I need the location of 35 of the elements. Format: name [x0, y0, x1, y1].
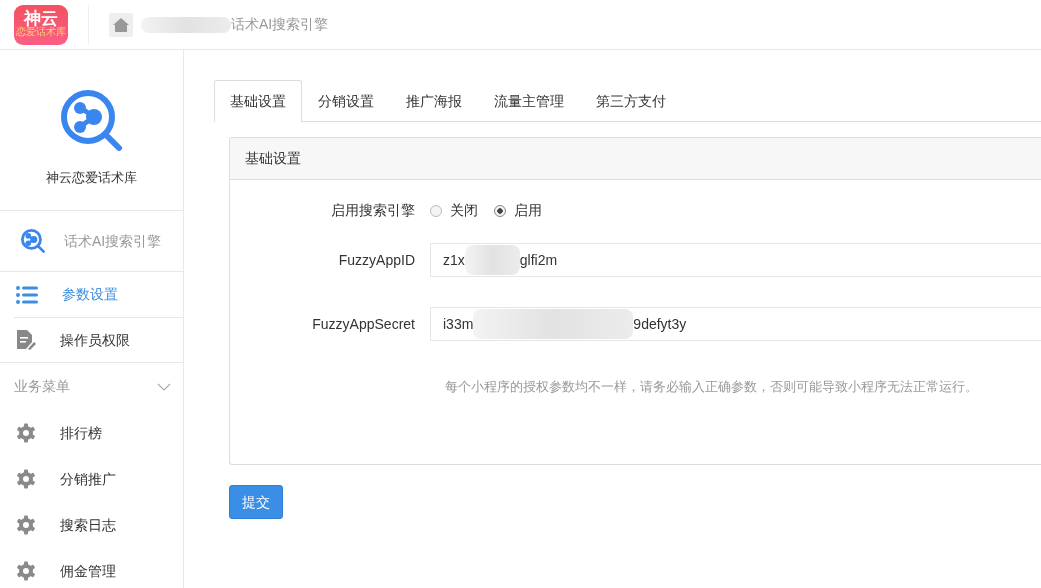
tab[interactable]: 流量主管理 — [478, 80, 580, 122]
breadcrumb-text: 话术AI搜索引擎 — [231, 15, 329, 34]
sidebar-item[interactable]: 排行榜 — [0, 410, 183, 456]
document-edit-icon — [16, 330, 36, 350]
tab[interactable]: 分销设置 — [302, 80, 390, 122]
tab[interactable]: 推广海报 — [390, 80, 478, 122]
sidebar-item[interactable]: 分销推广 — [0, 456, 183, 502]
sidebar-item[interactable]: 参数设置 — [0, 272, 183, 317]
radio-button[interactable] — [430, 204, 442, 217]
field-label: 启用搜索引擎 — [330, 201, 416, 220]
radio-label: 启用 — [514, 201, 542, 220]
input-field[interactable]: i33m 9defyt3y — [430, 307, 1041, 341]
input-field[interactable]: z1x glfi2m — [430, 243, 1041, 277]
gear-icon — [16, 515, 36, 535]
field-label: FuzzyAppSecret — [311, 314, 416, 334]
app-logo: 神云 恋爱话术库 — [14, 4, 68, 45]
gear-icon — [16, 423, 36, 443]
tab[interactable]: 第三方支付 — [580, 80, 682, 122]
sidebar-item[interactable]: 搜索日志 — [0, 502, 183, 548]
share-search-icon — [58, 88, 125, 154]
list-icon — [16, 285, 38, 304]
share-search-icon — [20, 228, 46, 254]
panel-title: 基础设置 — [245, 149, 301, 168]
group-title: 业务菜单 — [14, 377, 70, 396]
radio-button[interactable] — [494, 204, 506, 217]
gear-icon — [16, 561, 36, 581]
app-title: 神云恋爱话术库 — [46, 169, 137, 187]
sidebar-item[interactable]: 操作员权限 — [14, 317, 183, 362]
chevron-icon[interactable] — [157, 383, 171, 392]
app-name: 话术AI搜索引擎 — [64, 231, 162, 251]
gear-icon — [16, 469, 36, 489]
sidebar-item[interactable]: 佣金管理 — [0, 548, 183, 588]
radio-label: 关闭 — [450, 201, 478, 220]
tab[interactable]: 基础设置 — [214, 80, 302, 122]
field-label: FuzzyAppID — [337, 250, 416, 270]
